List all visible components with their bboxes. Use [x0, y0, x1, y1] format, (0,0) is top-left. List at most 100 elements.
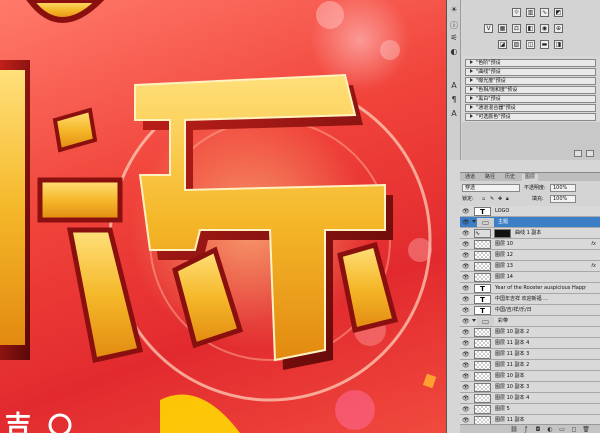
preset-row[interactable]: "曲线"预设 — [465, 68, 596, 76]
lock-paint-icon[interactable]: ✎ — [490, 195, 494, 204]
visibility-eye-icon[interactable]: 👁︎ — [462, 351, 470, 358]
layer-row[interactable]: 👁︎ ▭ 彩带 — [460, 316, 600, 327]
visibility-eye-icon[interactable]: 👁︎ — [462, 307, 470, 314]
visibility-eye-icon[interactable]: 👁︎ — [462, 384, 470, 391]
visibility-eye-icon[interactable]: 👁︎ — [462, 417, 470, 424]
threshold-icon[interactable]: ◫ — [526, 40, 535, 49]
bw-icon[interactable]: ◧ — [526, 24, 535, 33]
fill-input[interactable]: 100% — [550, 195, 576, 203]
trash-icon[interactable]: 🗑︎ — [582, 426, 590, 433]
tab-paths[interactable]: 路径 — [482, 174, 498, 181]
visibility-eye-icon[interactable]: 👁︎ — [462, 318, 470, 325]
visibility-eye-icon[interactable]: 👁︎ — [462, 395, 470, 402]
visibility-eye-icon[interactable]: 👁︎ — [462, 230, 470, 237]
tab-layers[interactable]: 图层 — [522, 174, 539, 181]
layer-row[interactable]: 👁︎ T Year of the Rooster auspicious Happy … — [460, 283, 600, 294]
tab-history[interactable]: 历史 — [502, 174, 518, 181]
gradient-map-icon[interactable]: ▬ — [540, 40, 549, 49]
preset-row[interactable]: "色阶"预设 — [465, 59, 596, 67]
fx-badge[interactable]: fx — [591, 261, 596, 272]
layer-name: 图层 11 副本 — [495, 417, 525, 423]
hue-icon[interactable]: ▦ — [498, 24, 507, 33]
adjustment-layer-icon[interactable]: ◐ — [546, 426, 554, 433]
layer-row[interactable]: 👁︎ 图层 10 fx — [460, 239, 600, 250]
visibility-eye-icon[interactable]: 👁︎ — [462, 329, 470, 336]
layer-row[interactable]: 👁︎ T 中国/吉/祥/乐/日 — [460, 305, 600, 316]
layer-row[interactable]: 👁︎ 图层 11 副本 2 — [460, 360, 600, 371]
visibility-eye-icon[interactable]: 👁︎ — [462, 362, 470, 369]
lock-all-icon[interactable]: 🔒︎ — [506, 195, 509, 204]
visibility-eye-icon[interactable]: 👁︎ — [462, 406, 470, 413]
layer-row[interactable]: 👁︎ T 中国年吉祥 欢迎新福 ... — [460, 294, 600, 305]
opacity-input[interactable]: 100% — [550, 184, 576, 192]
folder-icon[interactable]: ▭ — [558, 426, 566, 433]
fx-icon[interactable]: ƒ — [522, 426, 530, 433]
expand-arrow-icon[interactable] — [472, 319, 476, 322]
layer-row[interactable]: 👁︎ 图层 11 副本 3 — [460, 349, 600, 360]
layer-row[interactable]: 👁︎ 图层 10 副本 2 — [460, 327, 600, 338]
adjust-icon[interactable]: ◐ — [448, 46, 460, 58]
folder-icon: ▭ — [477, 317, 494, 326]
link-icon[interactable]: ⛓ — [510, 426, 518, 433]
document-canvas[interactable]: 吉 — [0, 0, 446, 433]
text-layer-icon: T — [474, 284, 491, 293]
selective-color-icon[interactable]: ◨ — [554, 40, 563, 49]
paragraph-icon[interactable]: ¶ — [448, 94, 460, 106]
visibility-eye-icon[interactable]: 👁︎ — [462, 340, 470, 347]
glyph-kuai — [0, 60, 144, 363]
sun-icon[interactable]: ☀ — [448, 4, 460, 16]
curves-icon[interactable]: ∿ — [540, 8, 549, 17]
layer-row[interactable]: 👁︎ 图层 14 — [460, 272, 600, 283]
fx-badge[interactable]: fx — [591, 239, 596, 250]
layer-row[interactable]: 👁︎ 图层 10 副本 3 — [460, 382, 600, 393]
layer-row[interactable]: 👁︎ ▭ 主题 — [460, 217, 600, 228]
brightness-icon[interactable]: ☼ — [512, 8, 521, 17]
new-layer-icon[interactable]: ◻ — [570, 426, 578, 433]
info-icon[interactable]: ⓘ — [448, 20, 460, 32]
visibility-eye-icon[interactable]: 👁︎ — [462, 252, 470, 259]
trash-icon[interactable] — [586, 150, 594, 157]
layer-row[interactable]: 👁︎ 图层 12 — [460, 250, 600, 261]
preset-row[interactable]: "曝光度"预设 — [465, 77, 596, 85]
levels-icon[interactable]: ▥ — [526, 8, 535, 17]
layer-row[interactable]: 👁︎ ∿ 曲线 1 副本 — [460, 228, 600, 239]
vibrance-icon[interactable]: V — [484, 24, 493, 33]
blend-mode-select[interactable]: 穿透 — [462, 184, 520, 192]
exposure-icon[interactable]: ◩ — [554, 8, 563, 17]
preset-row[interactable]: "黑白"预设 — [465, 95, 596, 103]
layer-name: 图层 11 副本 4 — [495, 340, 530, 346]
visibility-eye-icon[interactable]: 👁︎ — [462, 263, 470, 270]
preset-row[interactable]: "可选颜色"预设 — [465, 113, 596, 121]
layer-row[interactable]: 👁︎ 图层 10 副本 4 — [460, 393, 600, 404]
sliders-icon[interactable]: ⚟ — [448, 32, 460, 44]
layer-thumbnail — [474, 416, 491, 424]
channel-mixer-icon[interactable]: ⊕ — [554, 24, 563, 33]
invert-icon[interactable]: ◪ — [498, 40, 507, 49]
panel-bottom-button[interactable] — [574, 150, 582, 157]
mask-icon[interactable]: ◘ — [534, 426, 542, 433]
layer-row[interactable]: 👁︎ 图层 10 副本 — [460, 371, 600, 382]
lock-transparent-icon[interactable]: ▫ — [482, 195, 485, 204]
preset-row[interactable]: "色相/饱和度"预设 — [465, 86, 596, 94]
visibility-eye-icon[interactable]: 👁︎ — [462, 274, 470, 281]
visibility-eye-icon[interactable]: 👁︎ — [462, 241, 470, 248]
color-balance-icon[interactable]: ⚖ — [512, 24, 521, 33]
visibility-eye-icon[interactable]: 👁︎ — [462, 296, 470, 303]
character-icon[interactable]: A — [448, 108, 460, 120]
visibility-eye-icon[interactable]: 👁︎ — [462, 219, 470, 226]
posterize-icon[interactable]: ▨ — [512, 40, 521, 49]
layer-row[interactable]: 👁︎ T LOGO — [460, 206, 600, 217]
visibility-eye-icon[interactable]: 👁︎ — [462, 285, 470, 292]
visibility-eye-icon[interactable]: 👁︎ — [462, 373, 470, 380]
photo-filter-icon[interactable]: ◉ — [540, 24, 549, 33]
layer-row[interactable]: 👁︎ 图层 5 — [460, 404, 600, 415]
layer-row[interactable]: 👁︎ 图层 11 副本 4 — [460, 338, 600, 349]
layer-row[interactable]: 👁︎ 图层 11 副本 — [460, 415, 600, 424]
visibility-eye-icon[interactable]: 👁︎ — [462, 208, 470, 215]
lock-move-icon[interactable]: ✥ — [498, 195, 502, 204]
preset-row[interactable]: "通道混合器"预设 — [465, 104, 596, 112]
tab-channels[interactable]: 通道 — [462, 174, 478, 181]
layer-row[interactable]: 👁︎ 图层 13 fx — [460, 261, 600, 272]
expand-arrow-icon[interactable] — [472, 220, 476, 223]
text-icon[interactable]: A — [448, 80, 460, 92]
